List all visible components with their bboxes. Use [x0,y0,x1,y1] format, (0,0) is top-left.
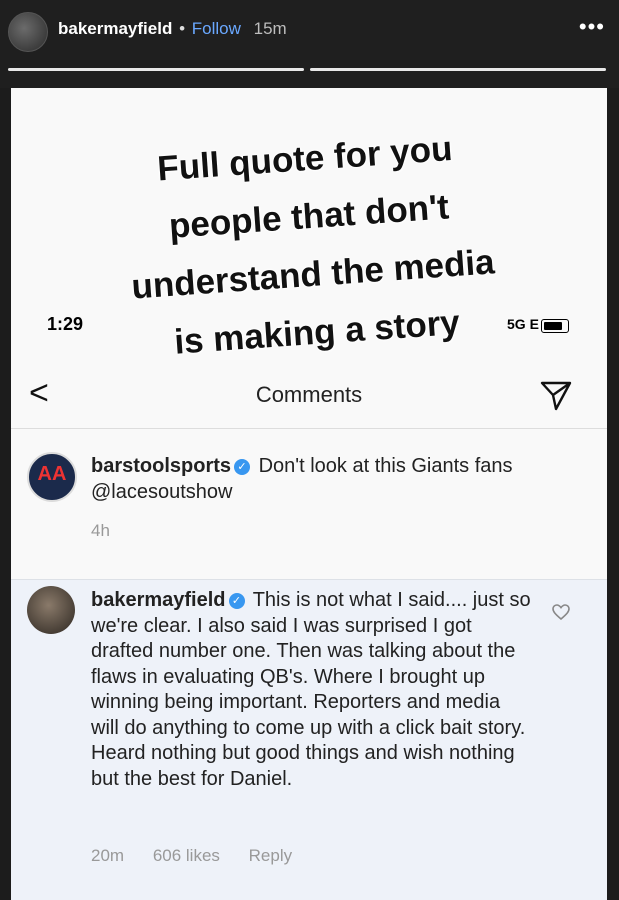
caption-username[interactable]: barstoolsports [91,455,231,477]
separator-dot: • [179,19,186,38]
story-header-text: bakermayfield • Follow 15m [58,19,287,39]
comment-text: bakermayfield ✓ This is not what I said..… [91,588,531,792]
post-caption: AA barstoolsports ✓ Don't look at this Gi… [11,429,607,580]
follow-button[interactable]: Follow [192,19,241,38]
story-time: 15m [253,19,287,38]
story-text-overlay: Full quote for you people that don't und… [63,114,558,379]
caption-time: 4h [91,521,110,540]
story-username[interactable]: bakermayfield [58,19,172,38]
comment-username[interactable]: bakermayfield [91,589,226,611]
more-options-icon[interactable]: ••• [579,14,605,40]
story-header: bakermayfield • Follow 15m ••• [0,0,619,88]
verified-icon: ✓ [234,459,251,475]
barstool-avatar[interactable]: AA [27,452,77,502]
screenshot-content: 1:29 5G E < Comments AA barstoolsports ✓ … [11,88,607,900]
comment-meta: 20m 606 likes Reply [91,846,316,866]
send-icon[interactable] [539,378,573,412]
comment-avatar[interactable] [27,586,75,634]
page-title: Comments [255,382,363,407]
story-progress-segment-1 [8,68,304,71]
caption-text: barstoolsports ✓ Don't look at this Giant… [91,453,591,505]
story-avatar[interactable] [8,12,48,52]
barstool-logo-text: AA [37,463,67,485]
reply-button[interactable]: Reply [249,846,292,865]
verified-icon: ✓ [228,593,245,609]
heart-icon[interactable] [551,602,571,622]
comment-time: 20m [91,846,125,865]
comment-body: This is not what I said.... just so we'r… [91,589,531,790]
comment-item: bakermayfield ✓ This is not what I said..… [11,580,607,900]
comment-likes[interactable]: 606 likes [153,846,220,865]
story-progress-segment-2 [310,68,606,71]
